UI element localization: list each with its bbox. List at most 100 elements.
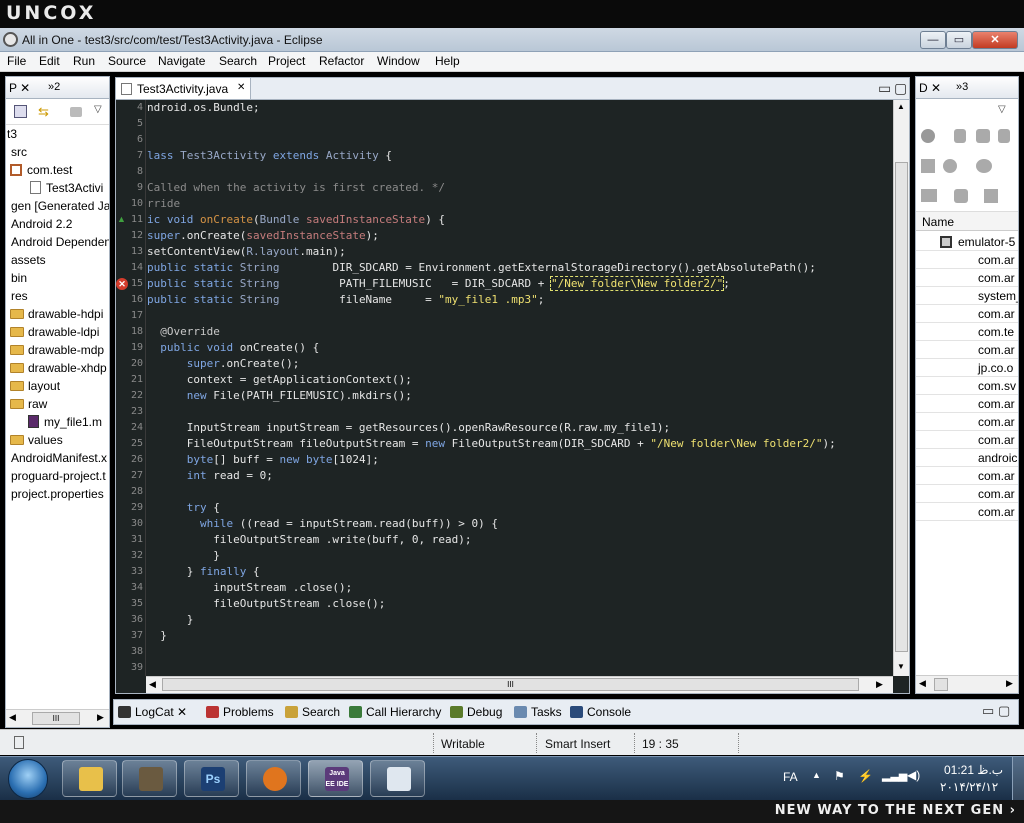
explorer-scroll-thumb[interactable]: III bbox=[32, 712, 80, 725]
process-row[interactable]: androic bbox=[916, 449, 1018, 467]
editor-vscrollbar[interactable]: ▲ ▼ bbox=[893, 100, 909, 676]
taskbar-window[interactable] bbox=[370, 760, 425, 797]
menu-window[interactable]: Window bbox=[377, 54, 420, 68]
process-row[interactable]: jp.co.o bbox=[916, 359, 1018, 377]
scroll-left-icon[interactable]: ◀ bbox=[9, 712, 16, 723]
explorer-hscrollbar[interactable]: ◀ III ▶ bbox=[6, 709, 109, 727]
minimize-view-icon[interactable]: ▭ bbox=[982, 703, 994, 719]
tree-project[interactable]: t3 bbox=[7, 127, 17, 145]
tab-problems[interactable]: Problems bbox=[206, 705, 274, 719]
error-marker-icon[interactable]: ✕ bbox=[116, 278, 128, 290]
tab-search[interactable]: Search bbox=[285, 705, 340, 719]
tab-logcat[interactable]: LogCat ✕ bbox=[118, 705, 187, 719]
menu-refactor[interactable]: Refactor bbox=[319, 54, 364, 68]
systrace-icon[interactable] bbox=[954, 189, 968, 203]
devices-tab[interactable]: D ✕ »3 bbox=[916, 77, 1018, 99]
package-explorer-tab[interactable]: P ✕ »2 bbox=[6, 77, 109, 99]
tree-project-properties[interactable]: project.properties bbox=[11, 487, 104, 505]
menu-file[interactable]: File bbox=[7, 54, 26, 68]
tab-test3activity[interactable]: Test3Activity.java ✕ bbox=[116, 78, 251, 100]
process-row[interactable]: com.ar bbox=[916, 395, 1018, 413]
tab-console[interactable]: Console bbox=[570, 705, 631, 719]
editor-hscroll-thumb[interactable]: III bbox=[162, 678, 859, 691]
tree-bin[interactable]: bin bbox=[11, 271, 27, 289]
stop-process-icon[interactable] bbox=[943, 159, 957, 173]
tree-res[interactable]: res bbox=[11, 289, 28, 307]
menu-navigate[interactable]: Navigate bbox=[158, 54, 205, 68]
tab-debug[interactable]: Debug bbox=[450, 705, 502, 719]
dump-hierarchy-icon[interactable] bbox=[984, 189, 998, 203]
clock-time[interactable]: 01:21 ب.ظ bbox=[944, 763, 1003, 777]
heap-icon[interactable] bbox=[954, 129, 966, 143]
action-center-icon[interactable]: ⚑ bbox=[834, 769, 845, 783]
tab-tasks[interactable]: Tasks bbox=[514, 705, 562, 719]
menu-source[interactable]: Source bbox=[108, 54, 146, 68]
scroll-right-icon[interactable]: ▶ bbox=[876, 679, 883, 690]
taskbar-explorer[interactable] bbox=[62, 760, 117, 797]
link-editor-icon[interactable]: ⇆ bbox=[38, 105, 53, 118]
gc-icon[interactable] bbox=[976, 129, 990, 143]
collapse-all-icon[interactable] bbox=[14, 105, 27, 118]
tree-proguard[interactable]: proguard-project.t bbox=[11, 469, 106, 487]
view-menu-icon[interactable]: ▽ bbox=[94, 104, 102, 115]
status-insert-mode[interactable]: Smart Insert bbox=[545, 737, 610, 751]
minimize-button[interactable]: — bbox=[920, 31, 946, 49]
maximize-button[interactable]: ▭ bbox=[946, 31, 972, 49]
tab-call-hierarchy[interactable]: Call Hierarchy bbox=[349, 705, 441, 719]
tree-manifest[interactable]: AndroidManifest.x bbox=[11, 451, 107, 469]
devices-column-header[interactable]: Name bbox=[916, 211, 1018, 231]
code-editor[interactable]: 4 5 6 7 8 9 10 11 12 13 14 15 16 17 18 1… bbox=[115, 99, 910, 694]
process-row[interactable]: com.ar bbox=[916, 431, 1018, 449]
process-row[interactable]: com.te bbox=[916, 323, 1018, 341]
tree-drawable-hdpi[interactable]: drawable-hdpi bbox=[10, 307, 103, 325]
scroll-left-icon[interactable]: ◀ bbox=[149, 679, 156, 690]
scroll-left-icon[interactable]: ◀ bbox=[919, 678, 926, 689]
tree-java-file[interactable]: Test3Activi bbox=[30, 181, 103, 199]
editor-hscrollbar[interactable]: ◀ III ▶ bbox=[146, 676, 893, 693]
menu-run[interactable]: Run bbox=[73, 54, 95, 68]
method-profiling-icon[interactable] bbox=[921, 159, 935, 173]
menu-search[interactable]: Search bbox=[219, 54, 257, 68]
maximize-view-icon[interactable]: ▢ bbox=[894, 80, 907, 97]
tree-assets[interactable]: assets bbox=[11, 253, 46, 271]
stop-icon[interactable] bbox=[976, 159, 992, 173]
process-row[interactable]: com.ar bbox=[916, 305, 1018, 323]
network-icon[interactable]: ▂▃▅ bbox=[882, 769, 907, 782]
tree-drawable-ldpi[interactable]: drawable-ldpi bbox=[10, 325, 99, 343]
tree-gen[interactable]: gen [Generated Jav bbox=[11, 199, 109, 217]
tree-android-lib[interactable]: Android 2.2 bbox=[11, 217, 72, 235]
override-marker-icon[interactable]: ▲ bbox=[117, 214, 126, 224]
process-row[interactable]: com.ar bbox=[916, 251, 1018, 269]
maximize-view-icon[interactable]: ▢ bbox=[998, 703, 1010, 719]
show-hidden-icons[interactable]: ▲ bbox=[812, 770, 821, 780]
language-indicator[interactable]: FA bbox=[783, 770, 798, 784]
scroll-right-icon[interactable]: ▶ bbox=[97, 712, 104, 723]
minimize-view-icon[interactable]: ▭ bbox=[878, 80, 891, 97]
process-row[interactable]: com.ar bbox=[916, 341, 1018, 359]
tree-android-deps[interactable]: Android Dependen bbox=[11, 235, 109, 253]
tree-package[interactable]: com.test bbox=[10, 163, 72, 181]
process-row[interactable]: com.ar bbox=[916, 269, 1018, 287]
editor-vscroll-thumb[interactable] bbox=[895, 162, 908, 652]
threads-icon[interactable] bbox=[998, 129, 1010, 143]
tree-drawable-xhdpi[interactable]: drawable-xhdp bbox=[10, 361, 107, 379]
volume-icon[interactable]: ◀) bbox=[907, 768, 920, 782]
device-row[interactable]: emulator-5 bbox=[916, 233, 1018, 251]
process-row[interactable]: com.ar bbox=[916, 467, 1018, 485]
menu-help[interactable]: Help bbox=[435, 54, 460, 68]
process-row[interactable]: com.sv bbox=[916, 377, 1018, 395]
taskbar-firefox[interactable] bbox=[246, 760, 301, 797]
tree-src[interactable]: src bbox=[11, 145, 27, 163]
scroll-down-icon[interactable]: ▼ bbox=[897, 662, 905, 671]
taskbar-eclipse[interactable]: Java EE IDE bbox=[308, 760, 363, 797]
power-icon[interactable]: ⚡ bbox=[858, 769, 873, 783]
start-button[interactable] bbox=[8, 759, 48, 799]
view-menu-icon[interactable]: ▽ bbox=[998, 104, 1006, 115]
scroll-right-icon[interactable]: ▶ bbox=[1006, 678, 1013, 689]
devices-scroll-thumb[interactable] bbox=[934, 678, 948, 691]
screen-capture-icon[interactable] bbox=[921, 189, 937, 202]
clock-date[interactable]: ۲۰۱۴/۲۴/۱۲ bbox=[940, 780, 998, 794]
filter-icon[interactable] bbox=[70, 107, 82, 117]
menu-project[interactable]: Project bbox=[268, 54, 305, 68]
tab-close-icon[interactable]: ✕ bbox=[237, 82, 245, 93]
